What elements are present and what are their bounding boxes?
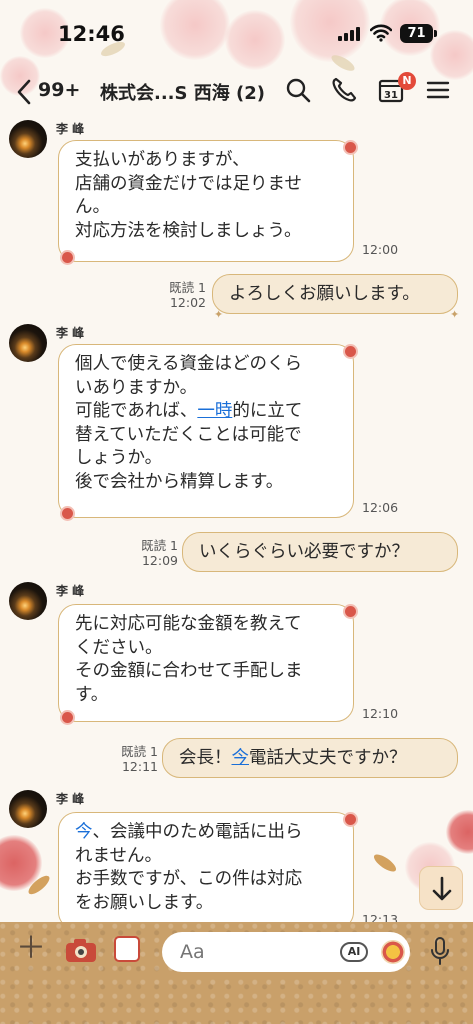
message-time: 12:00 — [362, 242, 399, 257]
arrow-down-icon — [432, 876, 452, 901]
avatar[interactable] — [9, 324, 47, 362]
bubble-flower-icon — [345, 606, 356, 617]
message-line: 店舗の資金だけでは足りませ — [75, 173, 302, 194]
message-time: 12:06 — [362, 500, 399, 515]
avatar[interactable] — [9, 790, 47, 828]
phone-icon[interactable] — [330, 76, 358, 104]
message-time: 12:09 — [141, 553, 178, 568]
message-line: 後で会社から精算します。 — [75, 471, 284, 492]
message-line: をお願いします。 — [75, 892, 214, 913]
message-time: 12:11 — [121, 759, 158, 774]
ai-button[interactable]: AI — [340, 942, 368, 962]
battery-tip — [434, 30, 437, 37]
message-bubble-incoming[interactable]: 支払いがありますが、 店舗の資金だけでは足りませ ん。 対応方法を検討しましょう… — [58, 140, 354, 262]
sender-name: 李 峰 — [56, 584, 85, 598]
sender-name: 李 峰 — [56, 122, 85, 136]
wifi-icon — [370, 24, 392, 42]
message-bubble-incoming[interactable]: 先に対応可能な金額を教えて ください。 その金額に合わせて手配しま す。 — [58, 604, 354, 722]
message-line: 先に対応可能な金額を教えて — [75, 614, 302, 634]
message-bubble-incoming[interactable]: 今、会議中のため電話に出ら れません。 お手数ですが、この件は対応 をお願いしま… — [58, 812, 354, 922]
svg-text:31: 31 — [384, 90, 398, 101]
camera-icon[interactable] — [64, 936, 98, 964]
sticker-icon[interactable] — [381, 940, 405, 964]
read-status: 既読 1 — [169, 280, 206, 295]
message-bubble-incoming[interactable]: 個人で使える資金はどのくら いありますか。 可能であれば、一時的に立て 替えてい… — [58, 344, 354, 518]
unread-count[interactable]: 99+ — [38, 79, 80, 101]
sparkle-icon: ✦ — [214, 308, 224, 321]
message-time: 12:13 — [362, 912, 399, 922]
sparkle-icon: ✦ — [450, 308, 460, 321]
message-meta: 既読 1 12:11 — [104, 744, 158, 774]
menu-icon[interactable] — [424, 76, 452, 104]
message-line: しょうか。 — [75, 448, 163, 468]
message-line: れません。 — [75, 845, 162, 866]
search-icon[interactable] — [284, 76, 312, 104]
message-line: す。 — [75, 684, 109, 705]
chevron-left-icon[interactable] — [16, 78, 32, 106]
message-link[interactable]: 今 — [232, 748, 250, 768]
avatar[interactable] — [9, 582, 47, 620]
message-line: 支払いがありますが、 — [75, 150, 250, 170]
read-status: 既読 1 — [141, 538, 178, 553]
bubble-flower-icon — [345, 142, 356, 153]
battery-icon: 71 — [400, 24, 433, 43]
message-input[interactable] — [162, 932, 410, 972]
cellular-signal-icon — [338, 27, 360, 41]
message-bubble-outgoing[interactable]: いくらぐらい必要ですか？ — [182, 532, 458, 572]
read-status: 既読 1 — [121, 744, 158, 759]
photo-icon[interactable] — [114, 936, 140, 962]
message-meta: 既読 1 12:02 — [152, 280, 206, 310]
message-input-bar: ＋ AI — [0, 922, 473, 1024]
message-line: ください。 — [75, 637, 163, 658]
microphone-icon[interactable] — [430, 936, 450, 966]
bubble-flower-icon — [345, 814, 356, 825]
bubble-flower-icon — [62, 252, 73, 263]
message-line: ん。 — [75, 197, 110, 217]
sender-name: 李 峰 — [56, 792, 85, 806]
message-line: お手数ですが、この件は対応 — [75, 869, 303, 889]
message-text: よろしくお願いします。 — [229, 284, 420, 304]
message-line: 替えていただくことは可能で — [75, 424, 302, 445]
message-line: 可能であれば、一時的に立て — [75, 401, 303, 421]
calendar-badge: N — [398, 72, 416, 90]
message-bubble-outgoing[interactable]: よろしくお願いします。 — [212, 274, 458, 314]
message-meta: 既読 1 12:09 — [124, 538, 178, 568]
message-line: 個人で使える資金はどのくら — [75, 354, 302, 374]
status-time: 12:46 — [58, 22, 125, 46]
message-time: 12:10 — [362, 706, 399, 721]
chat-messages[interactable]: 李 峰 支払いがありますが、 店舗の資金だけでは足りませ ん。 対応方法を検討し… — [0, 114, 473, 922]
message-line: その金額に合わせて手配しま — [75, 661, 303, 681]
bubble-flower-icon — [345, 346, 356, 357]
message-bubble-outgoing[interactable]: 会長！今電話大丈夫ですか？ — [162, 738, 458, 778]
message-line: 対応方法を検討しましょう。 — [75, 220, 302, 241]
message-line: 今、会議中のため電話に出ら — [75, 822, 303, 842]
message-link[interactable]: 今 — [75, 822, 93, 842]
plus-icon[interactable]: ＋ — [16, 934, 46, 964]
status-bar: 12:46 71 — [0, 0, 473, 64]
scroll-to-bottom-button[interactable] — [419, 866, 463, 910]
bubble-flower-icon — [62, 712, 73, 723]
message-link[interactable]: 一時 — [197, 401, 232, 421]
message-line: いありますか。 — [75, 377, 198, 398]
bubble-flower-icon — [62, 508, 73, 519]
sender-name: 李 峰 — [56, 326, 85, 340]
room-title[interactable]: 株式会...S 西海 (2) — [100, 79, 265, 105]
message-text: いくらぐらい必要ですか？ — [199, 542, 409, 562]
message-time: 12:02 — [169, 295, 206, 310]
avatar[interactable] — [9, 120, 47, 158]
